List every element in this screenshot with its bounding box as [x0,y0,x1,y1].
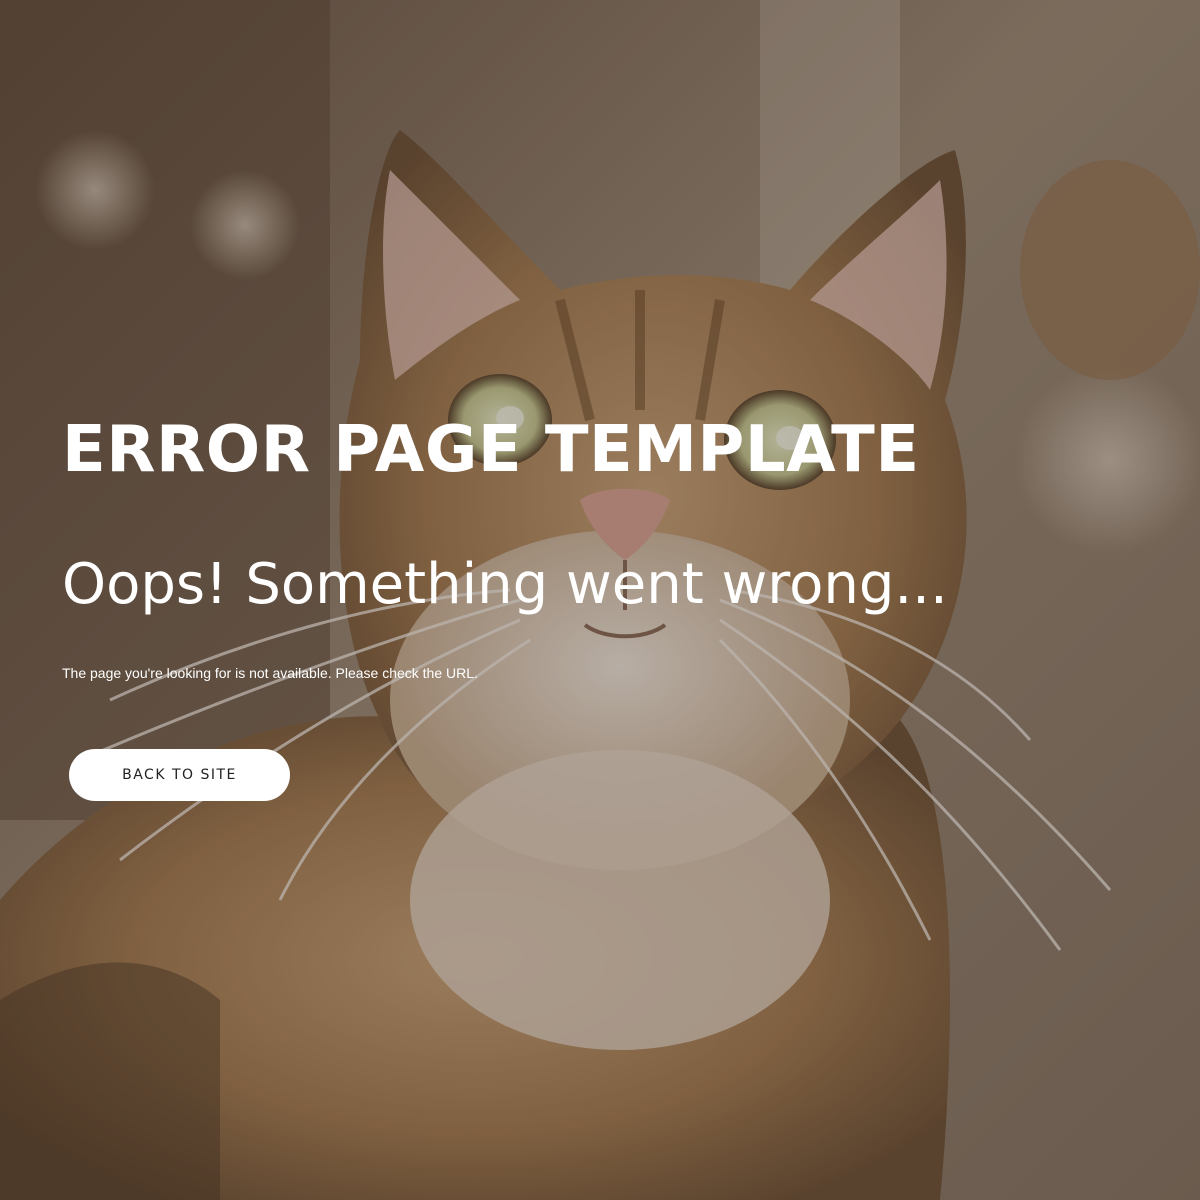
page-title: ERROR PAGE TEMPLATE [62,413,920,487]
back-to-site-button[interactable]: BACK TO SITE [69,749,290,801]
error-content: ERROR PAGE TEMPLATE Oops! Something went… [62,410,1142,682]
hero-section: ERROR PAGE TEMPLATE Oops! Something went… [0,0,1200,1200]
error-message: The page you're looking for is not avail… [62,665,478,681]
error-subtitle: Oops! Something went wrong... [62,552,948,617]
